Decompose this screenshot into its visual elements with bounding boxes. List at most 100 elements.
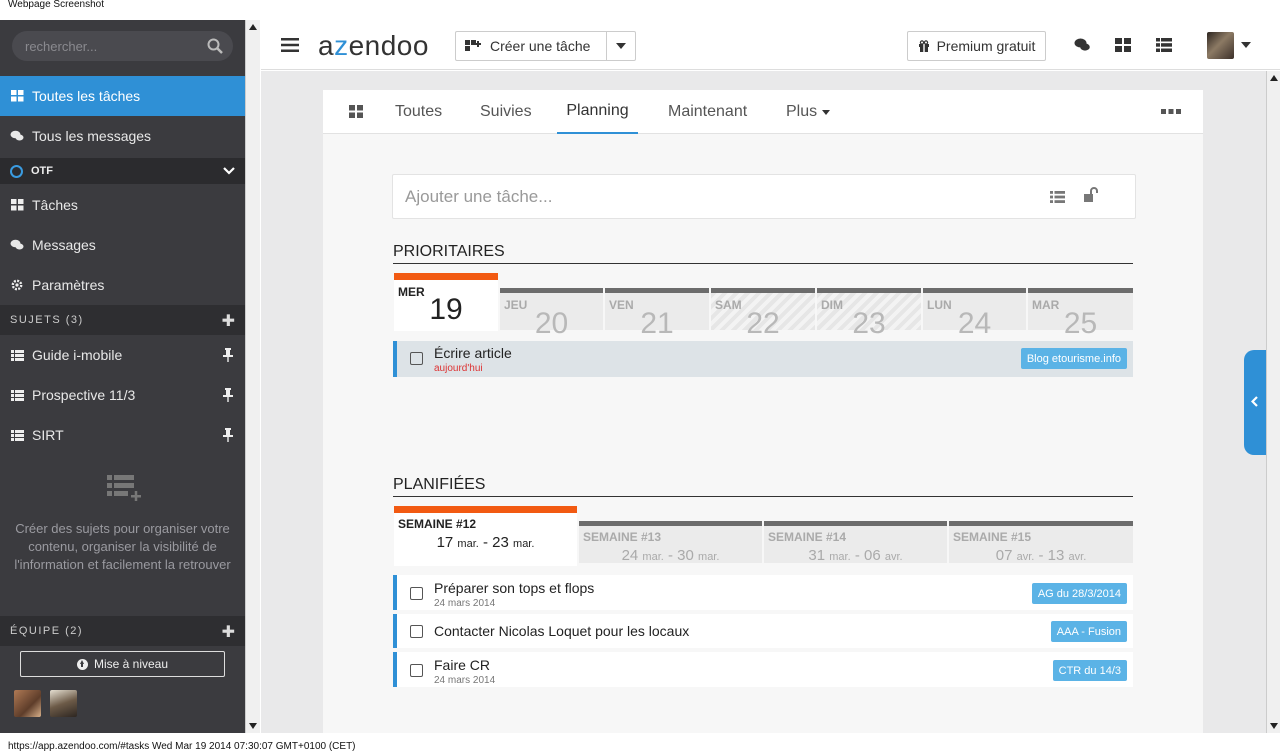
grid-icon <box>10 89 24 103</box>
add-subject-icon[interactable]: ✚ <box>222 311 235 331</box>
task-row[interactable]: Faire CR 24 mars 2014 CTR du 14/3 <box>393 652 1133 687</box>
task-checkbox[interactable] <box>410 352 423 365</box>
task-subject-tag[interactable]: AG du 28/3/2014 <box>1031 583 1127 604</box>
tab-planning[interactable]: Planning <box>557 90 638 134</box>
main-scrollbar[interactable] <box>1266 71 1280 733</box>
upgrade-label: Mise à niveau <box>93 657 169 671</box>
gear-icon <box>10 278 24 292</box>
nav-all-messages[interactable]: Tous les messages <box>0 116 245 156</box>
add-task-box <box>392 174 1136 219</box>
subject-item[interactable]: Guide i-mobile <box>0 335 245 375</box>
tab-suivies[interactable]: Suivies <box>480 90 532 134</box>
pin-icon[interactable] <box>223 428 233 442</box>
search-icon[interactable] <box>207 38 223 54</box>
week-column[interactable]: SEMAINE #13 24 mar. - 30 mar. <box>579 521 762 564</box>
subjects-header: SUJETS (3) ✚ <box>0 305 245 335</box>
user-avatar[interactable] <box>1207 32 1234 59</box>
add-task-input[interactable] <box>393 175 1033 218</box>
task-subject-tag[interactable]: Blog etourisme.info <box>1020 348 1127 369</box>
scroll-up-icon[interactable] <box>249 24 257 30</box>
task-row[interactable]: Contacter Nicolas Loquet pour les locaux… <box>393 614 1133 648</box>
subject-item[interactable]: SIRT <box>0 415 245 455</box>
tab-bar: Toutes Suivies Planning Maintenant Plus <box>323 90 1203 134</box>
task-checkbox[interactable] <box>410 587 423 600</box>
gift-icon <box>918 40 929 52</box>
add-list-icon <box>107 475 141 501</box>
upgrade-button[interactable]: Mise à niveau <box>20 651 225 677</box>
week-range: 17 mar. - 23 mar. <box>436 534 535 551</box>
user-menu-caret-icon[interactable] <box>1241 42 1251 48</box>
avatar[interactable] <box>14 690 41 717</box>
team-header: ÉQUIPE (2) ✚ <box>0 616 245 646</box>
day-column[interactable]: VEN 21 <box>605 288 709 340</box>
week-name: SEMAINE #14 <box>768 530 847 544</box>
logo-part: a <box>318 30 335 61</box>
week-column[interactable]: SEMAINE #12 17 mar. - 23 mar. <box>394 506 577 566</box>
chevron-down-icon[interactable] <box>223 166 235 175</box>
day-column[interactable]: DIM 23 <box>817 288 921 340</box>
grid-view-icon[interactable] <box>349 105 363 118</box>
list-view-icon[interactable] <box>1156 38 1172 52</box>
task-title[interactable]: Faire CR <box>434 657 490 673</box>
day-number: 22 <box>746 307 780 340</box>
week-column[interactable]: SEMAINE #14 31 mar. - 06 avr. <box>764 521 947 564</box>
tab-toutes[interactable]: Toutes <box>395 90 442 134</box>
task-checkbox[interactable] <box>410 625 423 638</box>
logo[interactable]: azendoo <box>318 30 429 62</box>
create-task-button[interactable]: Créer une tâche <box>456 32 608 60</box>
add-member-icon[interactable]: ✚ <box>222 622 235 642</box>
nav-settings[interactable]: Paramètres <box>0 265 245 305</box>
caret-down-icon <box>616 43 627 49</box>
task-row[interactable]: Préparer son tops et flops 24 mars 2014 … <box>393 575 1133 610</box>
sidebar: Toutes les tâches Tous les messages OTF … <box>0 20 245 733</box>
unlock-icon[interactable] <box>1084 187 1100 202</box>
task-subject-tag[interactable]: AAA - Fusion <box>1050 621 1127 642</box>
nav-tasks[interactable]: Tâches <box>0 185 245 225</box>
task-due: aujourd'hui <box>434 363 483 374</box>
day-column[interactable]: MER 19 <box>394 273 498 331</box>
grid-view-icon[interactable] <box>1115 38 1131 52</box>
day-column[interactable]: LUN 24 <box>923 288 1026 340</box>
nav-label: Messages <box>32 237 96 253</box>
task-row[interactable]: Écrire article aujourd'hui Blog etourism… <box>393 341 1133 377</box>
search-input[interactable] <box>12 31 202 61</box>
subject-item[interactable]: Prospective 11/3 <box>0 375 245 415</box>
sidebar-scrollbar[interactable] <box>245 20 260 733</box>
upgrade-icon <box>76 658 88 670</box>
create-task-dropdown[interactable] <box>607 32 635 60</box>
task-title[interactable]: Écrire article <box>434 345 512 361</box>
list-icon[interactable] <box>1050 191 1065 203</box>
tab-plus[interactable]: Plus <box>786 90 831 134</box>
week-column[interactable]: SEMAINE #15 07 avr. - 13 avr. <box>949 521 1133 564</box>
nav-messages[interactable]: Messages <box>0 225 245 265</box>
pin-icon[interactable] <box>223 388 233 402</box>
messages-icon[interactable] <box>1074 38 1090 52</box>
more-options-icon[interactable] <box>1161 109 1181 114</box>
day-column[interactable]: MAR 25 <box>1028 288 1133 340</box>
day-number: 24 <box>957 307 992 340</box>
subjects-header-label: SUJETS (3) <box>10 314 84 326</box>
task-title[interactable]: Préparer son tops et flops <box>434 580 594 596</box>
scroll-down-icon[interactable] <box>249 723 257 729</box>
scroll-up-icon[interactable] <box>1270 75 1278 81</box>
avatar[interactable] <box>50 690 77 717</box>
nav-all-tasks[interactable]: Toutes les tâches <box>0 76 245 116</box>
tab-maintenant[interactable]: Maintenant <box>668 90 747 134</box>
task-subject-tag[interactable]: CTR du 14/3 <box>1052 660 1127 681</box>
side-panel-toggle[interactable] <box>1244 350 1266 455</box>
list-icon <box>10 388 24 402</box>
day-column[interactable]: JEU 20 <box>500 288 603 340</box>
search-box <box>12 31 233 61</box>
scroll-down-icon[interactable] <box>1270 723 1278 729</box>
status-url: https://app.azendoo.com/#tasks Wed Mar 1… <box>8 741 356 752</box>
hamburger-menu-icon[interactable] <box>281 38 299 52</box>
premium-button[interactable]: Premium gratuit <box>907 31 1046 61</box>
pin-icon[interactable] <box>223 348 233 362</box>
nav-label: Toutes les tâches <box>32 88 141 104</box>
workspace-header[interactable]: OTF <box>0 158 245 184</box>
subjects-empty-note: Créer des sujets pour organiser votre co… <box>14 521 231 572</box>
day-number: 20 <box>534 307 569 340</box>
day-column[interactable]: SAM 22 <box>711 288 815 340</box>
task-checkbox[interactable] <box>410 664 423 677</box>
task-title[interactable]: Contacter Nicolas Loquet pour les locaux <box>434 623 689 639</box>
